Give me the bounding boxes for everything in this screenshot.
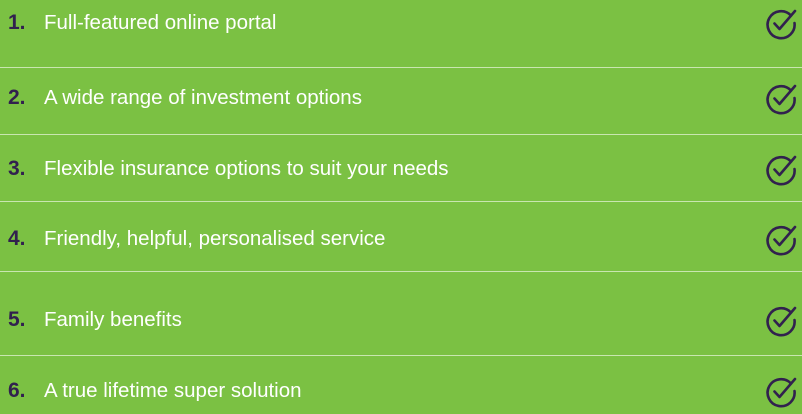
item-number: 1. — [8, 11, 26, 34]
benefits-list: 1. Full-featured online portal 2. A wide… — [0, 0, 802, 408]
item-number: 2. — [8, 86, 26, 109]
item-number: 4. — [8, 227, 26, 250]
check-circle-icon — [766, 9, 797, 40]
item-number: 3. — [8, 157, 26, 180]
item-label: Full-featured online portal — [44, 11, 277, 34]
divider — [0, 67, 802, 68]
check-circle-icon — [766, 306, 797, 337]
check-circle-icon — [766, 84, 797, 115]
item-label: Family benefits — [44, 308, 182, 331]
item-label: A true lifetime super solution — [44, 379, 302, 402]
list-item: 4. Friendly, helpful, personalised servi… — [0, 216, 802, 262]
list-item: 5. Family benefits — [0, 297, 802, 343]
item-label: Flexible insurance options to suit your … — [44, 157, 449, 180]
list-item: 1. Full-featured online portal — [0, 0, 802, 46]
item-number: 6. — [8, 379, 26, 402]
check-circle-icon — [766, 225, 797, 256]
item-label: Friendly, helpful, personalised service — [44, 227, 386, 250]
list-item: 2. A wide range of investment options — [0, 75, 802, 121]
list-item: 3. Flexible insurance options to suit yo… — [0, 146, 802, 192]
divider — [0, 134, 802, 135]
divider — [0, 271, 802, 272]
item-label: A wide range of investment options — [44, 86, 362, 109]
divider — [0, 201, 802, 202]
check-circle-icon — [766, 377, 797, 408]
list-item: 6. A true lifetime super solution — [0, 368, 802, 414]
item-number: 5. — [8, 308, 26, 331]
check-circle-icon — [766, 155, 797, 186]
divider — [0, 355, 802, 356]
